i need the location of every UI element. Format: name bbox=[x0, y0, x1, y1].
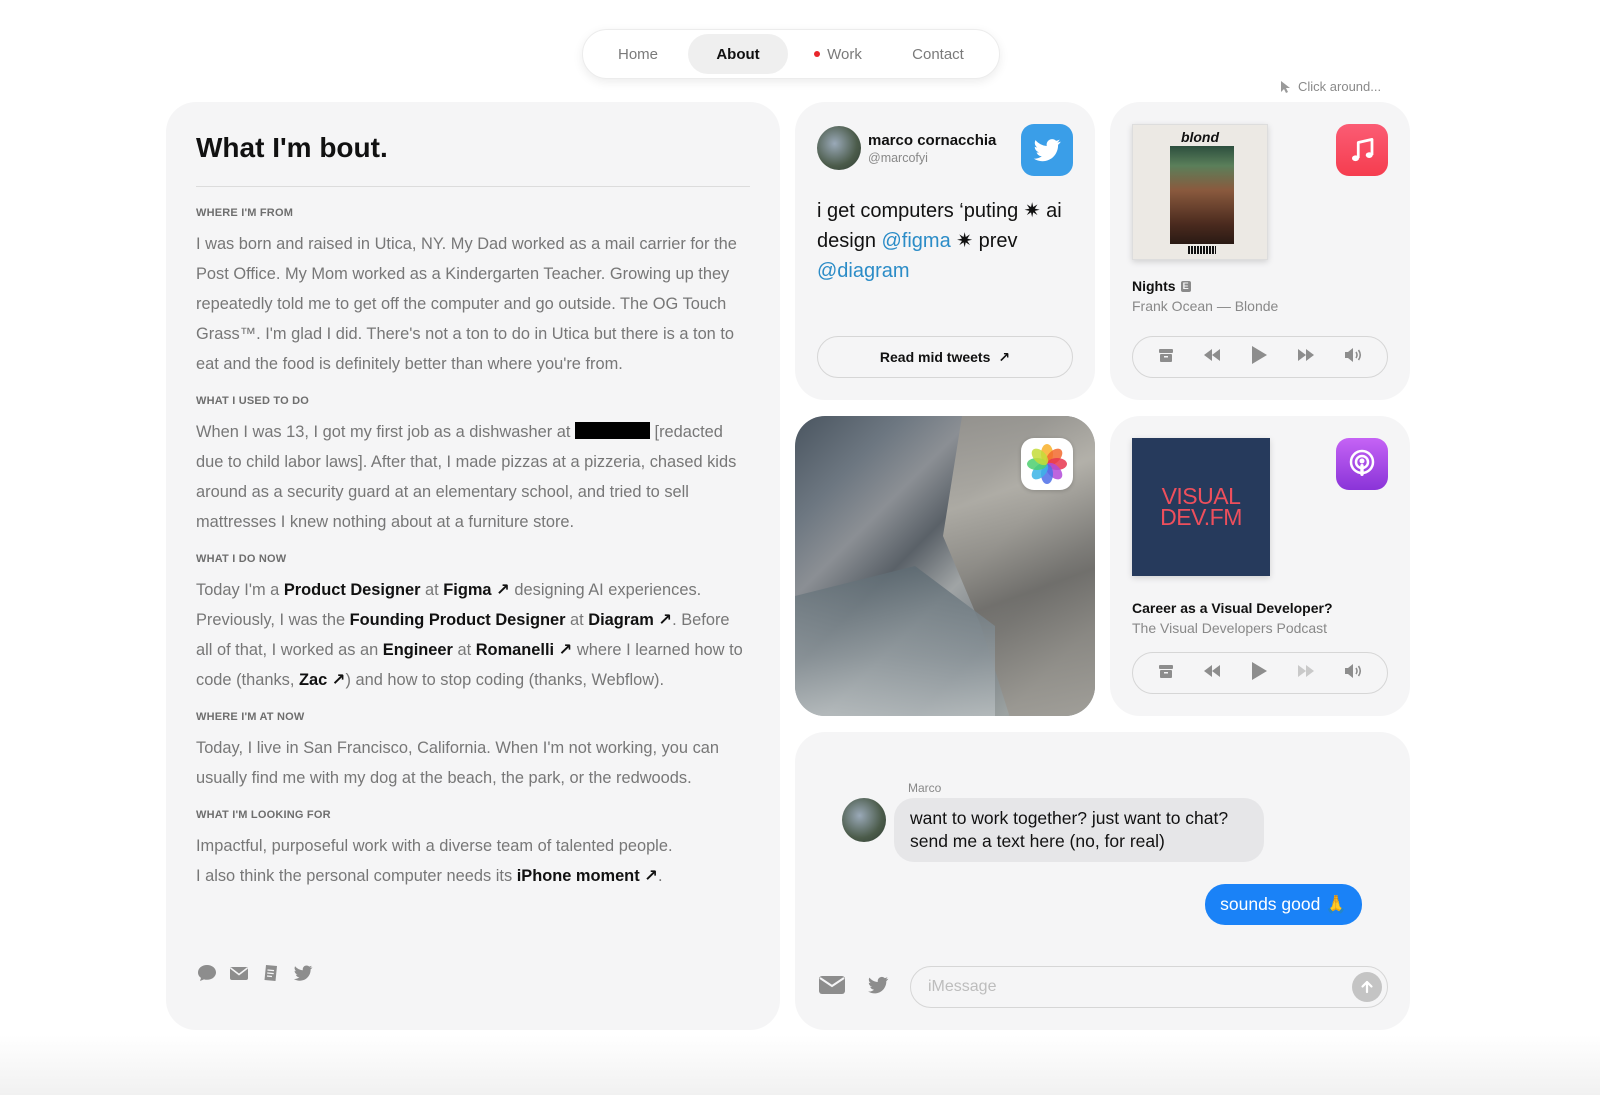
twitter-icon[interactable] bbox=[292, 962, 314, 984]
archive-icon[interactable] bbox=[1157, 662, 1175, 685]
podcast-show: The Visual Developers Podcast bbox=[1132, 620, 1328, 636]
avatar bbox=[817, 126, 861, 170]
podcast-card: VISUAL DEV.FM Career as a Visual Develop… bbox=[1110, 416, 1410, 716]
incoming-message: want to work together? just want to chat… bbox=[894, 798, 1264, 862]
external-link-icon: ↗ bbox=[998, 348, 1011, 365]
section-label: WHAT I USED TO DO bbox=[196, 395, 309, 407]
messages-card: Marco want to work together? just want t… bbox=[795, 732, 1410, 1030]
avatar bbox=[842, 798, 886, 842]
arrow-up-icon bbox=[1361, 980, 1373, 994]
twitter-card[interactable]: marco cornacchia @marcofyi i get compute… bbox=[795, 102, 1095, 400]
click-hint: Click around... bbox=[1280, 79, 1381, 94]
compose-bar: iMessage bbox=[818, 966, 1388, 1008]
redacted-block bbox=[574, 422, 650, 439]
section-label: WHERE I'M AT NOW bbox=[196, 711, 305, 723]
track-artist: Frank Ocean — Blonde bbox=[1132, 298, 1279, 314]
nav-work[interactable]: Work bbox=[788, 34, 888, 74]
outgoing-message: sounds good 🙏 bbox=[1205, 884, 1362, 925]
about-title: What I'm bout. bbox=[196, 132, 750, 187]
send-button[interactable] bbox=[1352, 972, 1382, 1002]
play-icon[interactable] bbox=[1250, 345, 1268, 370]
section-label: WHAT I DO NOW bbox=[196, 553, 287, 565]
twitter-app-icon bbox=[1021, 124, 1073, 176]
album-title-art: blond bbox=[1180, 129, 1220, 145]
section-text: When I was 13, I got my first job as a d… bbox=[196, 422, 737, 531]
album-art: blond bbox=[1132, 124, 1268, 260]
link-iphone-moment[interactable]: iPhone moment ↗ bbox=[517, 867, 658, 885]
nav-home[interactable]: Home bbox=[588, 34, 688, 74]
section-text: I was born and raised in Utica, NY. My D… bbox=[196, 235, 737, 373]
mention-diagram[interactable]: @diagram bbox=[817, 260, 910, 282]
document-icon[interactable] bbox=[260, 962, 282, 984]
link-romanelli[interactable]: Romanelli ↗ bbox=[476, 641, 573, 659]
rewind-icon[interactable] bbox=[1202, 663, 1222, 684]
link-diagram[interactable]: Diagram ↗ bbox=[588, 611, 672, 629]
volume-icon[interactable] bbox=[1343, 662, 1363, 685]
nav-about[interactable]: About bbox=[688, 34, 788, 74]
podcasts-app-icon bbox=[1336, 438, 1388, 490]
about-card: What I'm bout. WHERE I'M FROM I was born… bbox=[166, 102, 780, 1030]
explicit-badge: E bbox=[1180, 280, 1191, 292]
rewind-icon[interactable] bbox=[1202, 347, 1222, 368]
notification-dot bbox=[814, 51, 821, 57]
section-text: Today, I live in San Francisco, Californ… bbox=[196, 739, 720, 787]
photos-card[interactable] bbox=[795, 416, 1095, 716]
mail-icon[interactable] bbox=[228, 962, 250, 984]
episode-title: Career as a Visual Developer? bbox=[1132, 600, 1333, 616]
twitter-handle: @marcofyi bbox=[868, 150, 928, 165]
twitter-icon[interactable] bbox=[864, 973, 892, 1002]
nav-contact[interactable]: Contact bbox=[888, 34, 988, 74]
fast-forward-icon[interactable] bbox=[1296, 663, 1316, 684]
message-icon[interactable] bbox=[196, 962, 218, 984]
imessage-placeholder: iMessage bbox=[928, 978, 997, 995]
apple-music-icon bbox=[1336, 124, 1388, 176]
top-nav: Home About Work Contact bbox=[582, 29, 1000, 79]
link-zac[interactable]: Zac ↗ bbox=[299, 671, 346, 689]
music-card: blond Nights E Frank Ocean — Blonde bbox=[1110, 102, 1410, 400]
cursor-icon bbox=[1281, 80, 1290, 93]
volume-icon[interactable] bbox=[1343, 346, 1363, 369]
mail-icon[interactable] bbox=[818, 973, 846, 1002]
section-label: WHAT I'M LOOKING FOR bbox=[196, 809, 331, 821]
mention-figma[interactable]: @figma bbox=[882, 230, 951, 252]
play-icon[interactable] bbox=[1250, 661, 1268, 686]
music-controls bbox=[1132, 336, 1388, 378]
social-links bbox=[196, 962, 314, 984]
imessage-input[interactable]: iMessage bbox=[910, 966, 1388, 1008]
sender-name: Marco bbox=[908, 781, 942, 795]
read-tweets-button[interactable]: Read mid tweets ↗ bbox=[817, 336, 1073, 378]
section-label: WHERE I'M FROM bbox=[196, 207, 294, 219]
link-figma[interactable]: Figma ↗ bbox=[443, 581, 510, 599]
section-text: Today I'm a Product Designer at Figma ↗ … bbox=[196, 581, 743, 689]
podcast-art: VISUAL DEV.FM bbox=[1132, 438, 1270, 576]
section-text: Impactful, purposeful work with a divers… bbox=[196, 837, 673, 885]
fast-forward-icon[interactable] bbox=[1296, 347, 1316, 368]
track-title: Nights E bbox=[1132, 278, 1191, 294]
footer-fade bbox=[0, 1035, 1600, 1095]
archive-icon[interactable] bbox=[1157, 346, 1175, 369]
tweet-text: i get computers ‘puting ✷ ai design @fig… bbox=[817, 200, 1062, 282]
photos-app-icon bbox=[1021, 438, 1073, 490]
podcast-controls bbox=[1132, 652, 1388, 694]
twitter-name: marco cornacchia bbox=[868, 131, 997, 149]
